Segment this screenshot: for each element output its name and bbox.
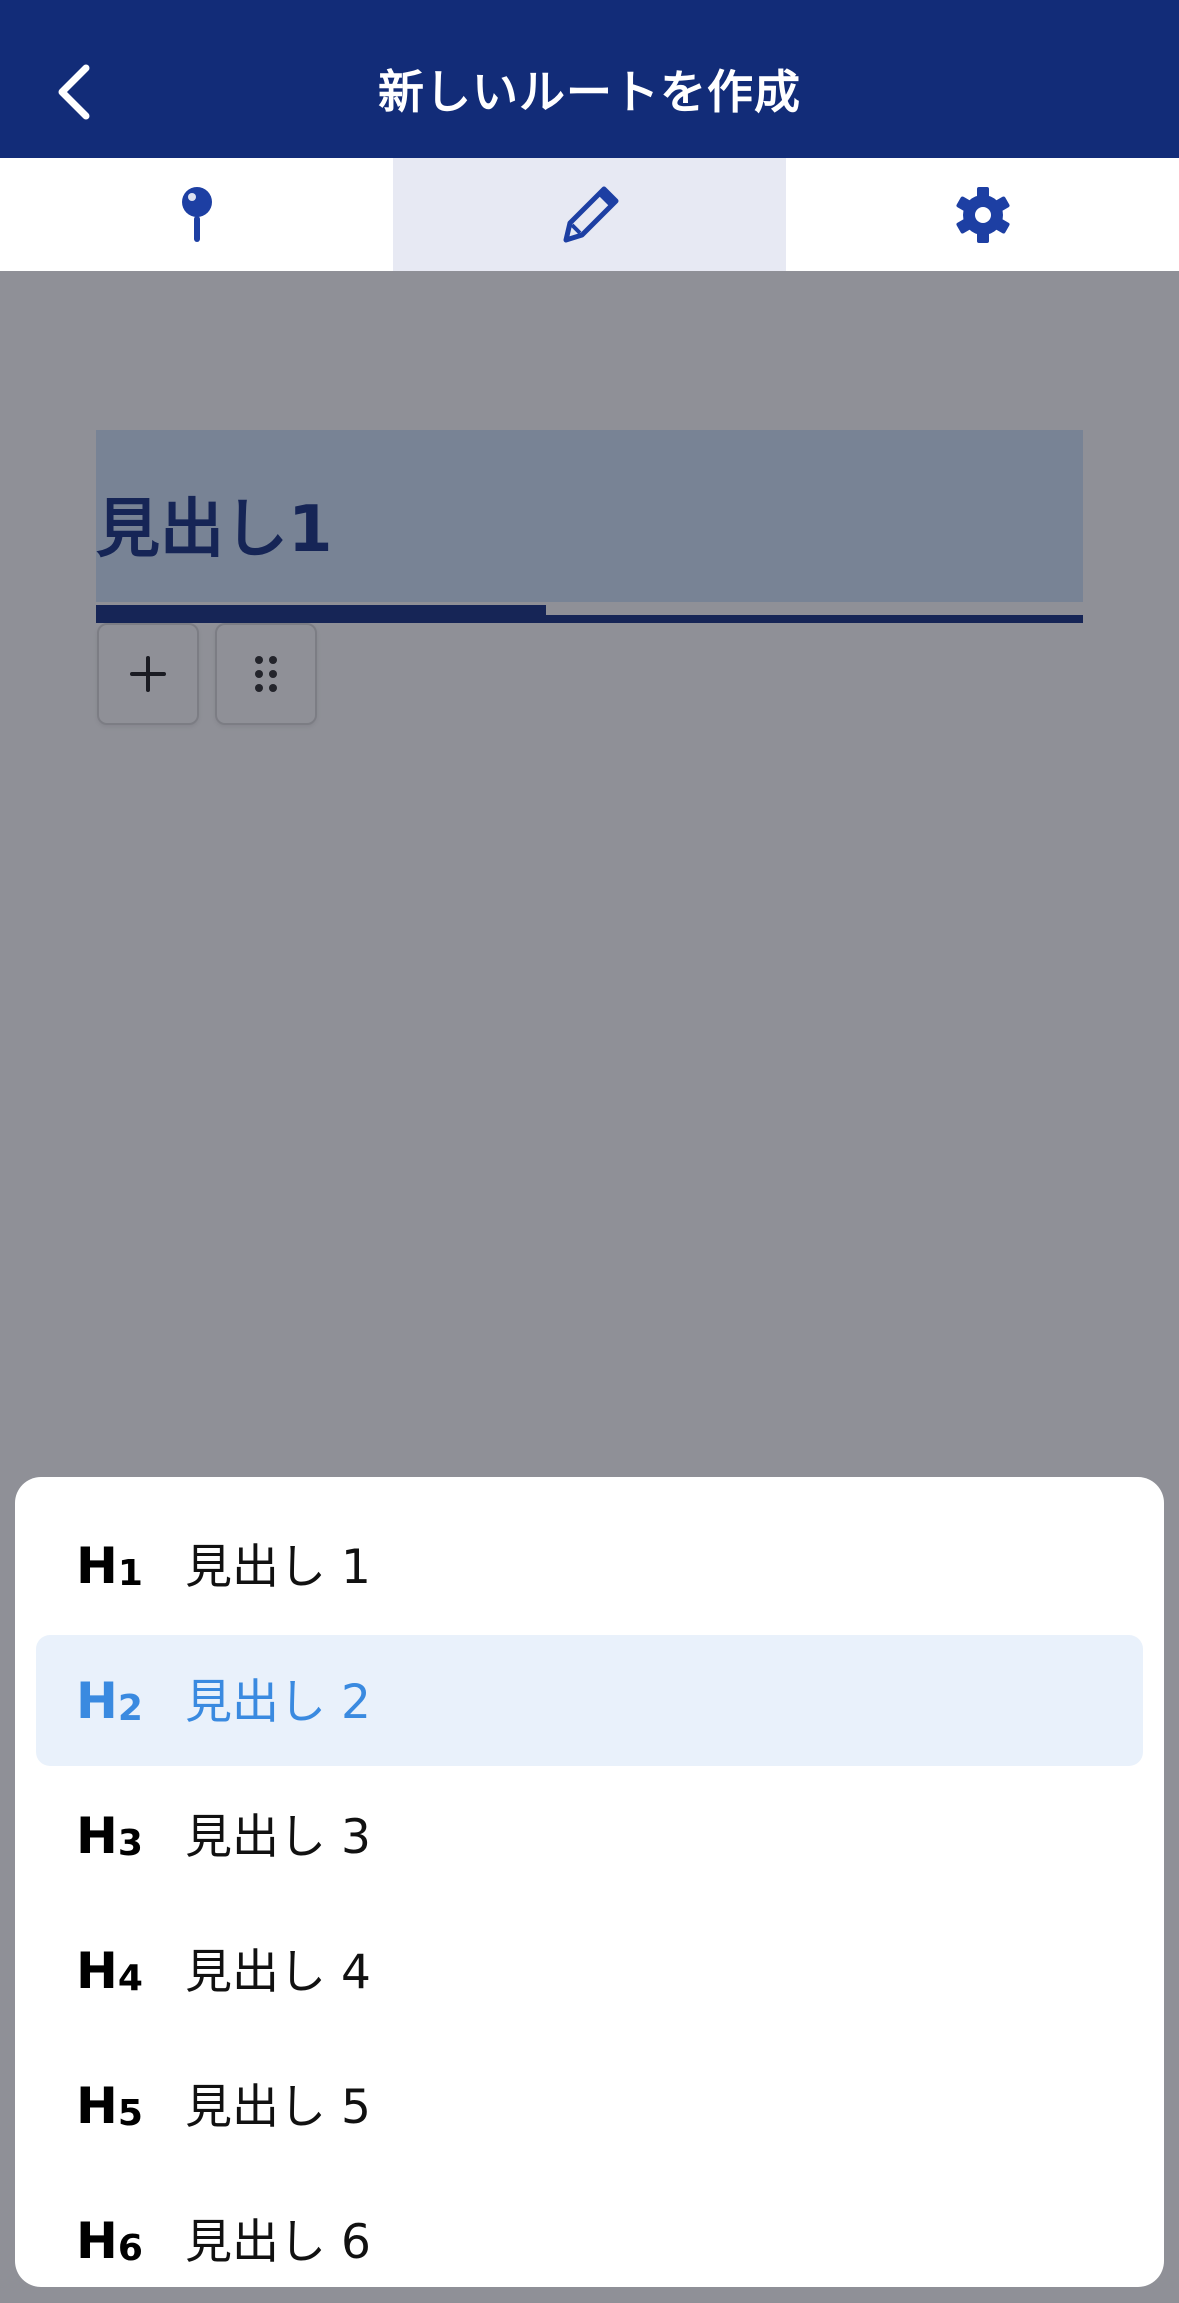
heading-2-icon: H2 bbox=[76, 1672, 143, 1730]
menu-item-label: 見出し 3 bbox=[185, 1810, 371, 1865]
menu-item-h6[interactable]: H6 見出し 6 bbox=[36, 2175, 1143, 2287]
map-pin-icon bbox=[181, 186, 212, 242]
heading-5-icon: H5 bbox=[76, 2077, 143, 2135]
menu-item-h3[interactable]: H3 見出し 3 bbox=[36, 1770, 1143, 1901]
gear-icon bbox=[955, 186, 1010, 243]
pencil-icon bbox=[563, 186, 618, 242]
menu-item-label: 見出し 5 bbox=[185, 2080, 371, 2135]
menu-item-label: 見出し 6 bbox=[185, 2215, 371, 2270]
tab-bar bbox=[0, 158, 1179, 271]
menu-item-label: 見出し 2 bbox=[185, 1675, 371, 1730]
tab-settings[interactable] bbox=[786, 158, 1179, 271]
menu-item-h4[interactable]: H4 見出し 4 bbox=[36, 1905, 1143, 2036]
heading-6-icon: H6 bbox=[76, 2212, 143, 2270]
heading-level-menu: H1 見出し 1 H2 見出し 2 H3 見出し 3 H4 見出し 4 H5 見… bbox=[15, 1477, 1164, 2287]
menu-item-label: 見出し 1 bbox=[185, 1540, 371, 1595]
heading-4-icon: H4 bbox=[76, 1942, 143, 2000]
menu-item-label: 見出し 4 bbox=[185, 1945, 371, 2000]
page-title: 新しいルートを作成 bbox=[378, 65, 801, 119]
heading-1-icon: H1 bbox=[76, 1537, 143, 1595]
menu-item-h1[interactable]: H1 見出し 1 bbox=[36, 1500, 1143, 1631]
heading-3-icon: H3 bbox=[76, 1807, 143, 1865]
tab-location[interactable] bbox=[0, 158, 393, 271]
menu-item-h5[interactable]: H5 見出し 5 bbox=[36, 2040, 1143, 2171]
app-header: 新しいルートを作成 bbox=[0, 0, 1179, 158]
menu-item-h2[interactable]: H2 見出し 2 bbox=[36, 1635, 1143, 1766]
tab-edit[interactable] bbox=[393, 158, 786, 271]
